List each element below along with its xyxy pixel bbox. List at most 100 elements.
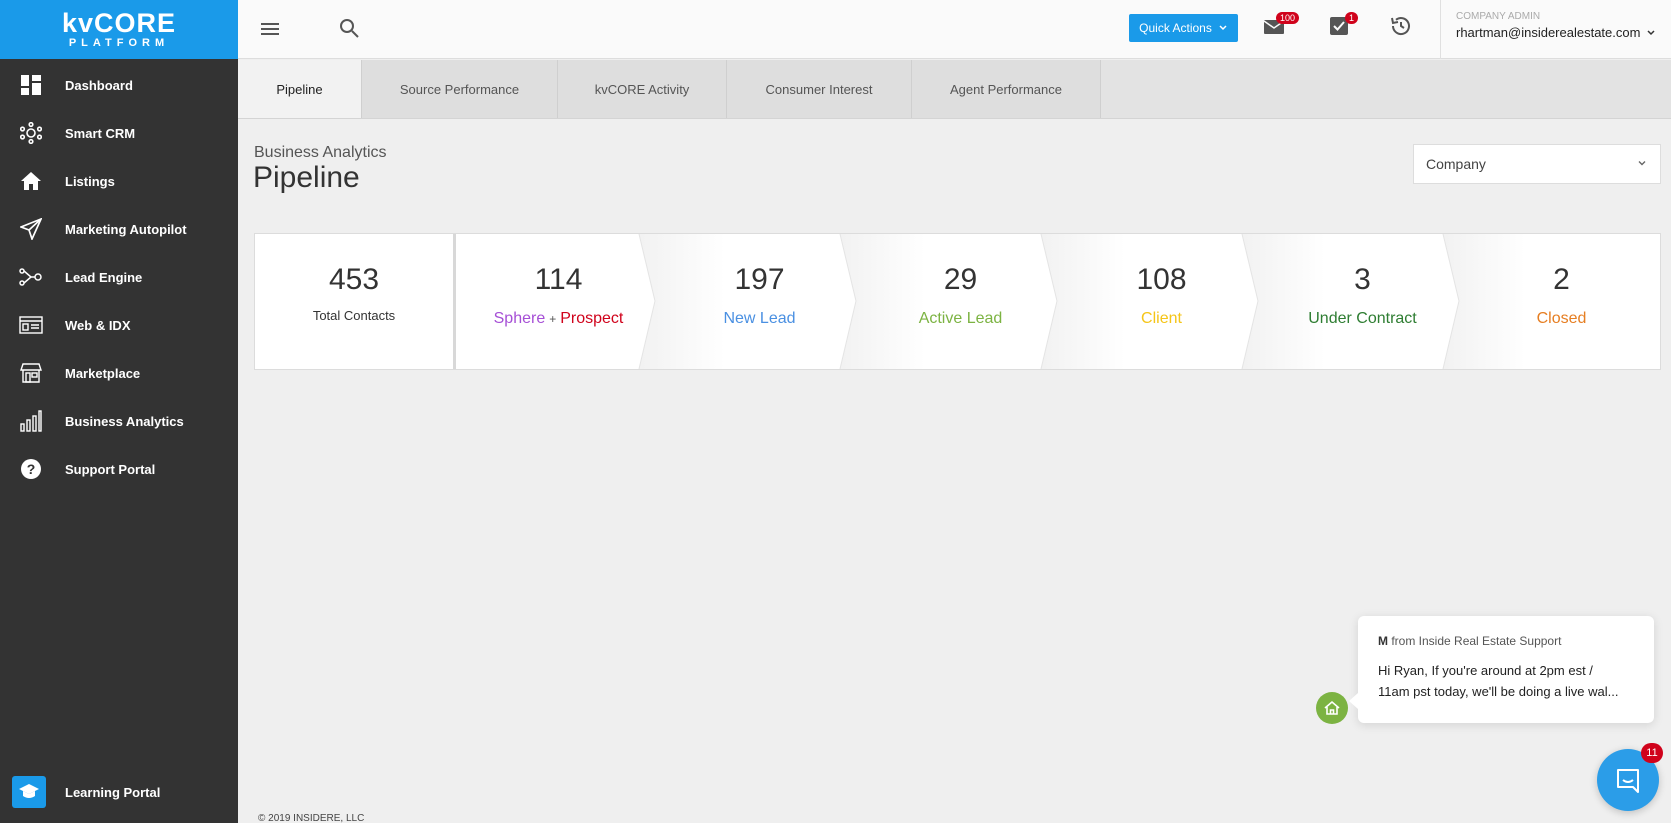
tasks-count-badge: 1 xyxy=(1345,12,1359,24)
sidebar-item-label: Learning Portal xyxy=(65,784,161,800)
sidebar-item-label: Lead Engine xyxy=(65,269,143,285)
sidebar-item-lead-engine[interactable]: Lead Engine xyxy=(0,253,238,301)
stage-active-lead[interactable]: 29 Active Lead xyxy=(860,234,1061,369)
logo-main-text: kvCORE xyxy=(61,8,177,38)
admin-email: rhartman@insiderealestate.com xyxy=(1456,25,1641,40)
chat-sender-initial: M xyxy=(1378,634,1388,648)
chat-message-line: 11am pst today, we'll be doing a live wa… xyxy=(1378,684,1619,699)
svg-text:?: ? xyxy=(27,461,36,477)
search-icon[interactable] xyxy=(337,16,361,40)
chat-message-line: Hi Ryan, If you're around at 2pm est / xyxy=(1378,663,1593,678)
stage-count: 114 xyxy=(534,263,583,296)
web-idx-icon xyxy=(19,313,43,337)
bar-chart-icon xyxy=(19,409,43,433)
chat-message-text: Hi Ryan, If you're around at 2pm est / 1… xyxy=(1378,660,1634,702)
stage-label: Closed xyxy=(1536,310,1587,327)
sidebar-item-label: Business Analytics xyxy=(65,413,184,429)
sidebar-item-label: Dashboard xyxy=(65,77,133,93)
page-subtitle: Business Analytics xyxy=(254,144,387,161)
sidebar-item-learning-portal[interactable]: Learning Portal xyxy=(0,774,238,810)
chat-unread-badge: 11 xyxy=(1641,743,1663,763)
total-contacts-count: 453 xyxy=(328,263,380,296)
sidebar-item-label: Support Portal xyxy=(65,461,156,477)
stage-count: 2 xyxy=(1553,263,1570,296)
stage-label: Active Lead xyxy=(918,310,1003,327)
chat-sender-text: from Inside Real Estate Support xyxy=(1391,634,1562,648)
quick-actions-button[interactable]: Quick Actions xyxy=(1129,14,1238,42)
sidebar-nav: Dashboard Smart CRM Listings Marketing A… xyxy=(0,61,238,493)
stage-sphere-prospect[interactable]: 114 Sphere + Prospect xyxy=(458,234,659,369)
sidebar-item-listings[interactable]: Listings xyxy=(0,157,238,205)
stage-count: 108 xyxy=(1136,263,1187,296)
chat-sender: M from Inside Real Estate Support xyxy=(1378,634,1634,648)
sidebar: kvCORE PLATFORM Dashboard Smart CRM List… xyxy=(0,0,238,823)
chat-message-preview[interactable]: M from Inside Real Estate Support Hi Rya… xyxy=(1349,616,1654,723)
admin-role-label: COMPANY ADMIN xyxy=(1456,11,1541,22)
chevron-down-icon xyxy=(1638,161,1646,166)
total-contacts-label: Total Contacts xyxy=(312,308,396,323)
topbar-divider xyxy=(1440,0,1441,59)
page-title: Pipeline xyxy=(253,161,360,194)
stage-count: 3 xyxy=(1354,263,1371,296)
dashboard-icon xyxy=(19,73,43,97)
crm-network-icon xyxy=(19,121,43,145)
history-icon xyxy=(1391,17,1410,35)
mail-button[interactable]: 100 xyxy=(1263,12,1300,40)
stage-client[interactable]: 108 Client xyxy=(1061,234,1262,369)
paper-plane-icon xyxy=(19,217,43,241)
help-circle-icon: ? xyxy=(19,457,43,481)
history-button[interactable] xyxy=(1389,12,1417,40)
lead-flow-icon xyxy=(19,265,43,289)
stage-label-prospect: Prospect xyxy=(560,310,624,327)
top-bar: Quick Actions 100 1 COMPANY ADMIN rhartm… xyxy=(238,0,1671,59)
sidebar-item-label: Smart CRM xyxy=(65,125,136,141)
tab-agent-performance[interactable]: Agent Performance xyxy=(912,60,1101,118)
sidebar-item-support-portal[interactable]: ? Support Portal xyxy=(0,445,238,493)
stage-label: Sphere + Prospect xyxy=(494,310,624,328)
sidebar-item-business-analytics[interactable]: Business Analytics xyxy=(0,397,238,445)
stage-label-sphere: Sphere xyxy=(493,310,546,327)
storefront-icon xyxy=(19,361,43,385)
sidebar-item-label: Web & IDX xyxy=(65,317,131,333)
logo-sub-text: PLATFORM xyxy=(68,37,170,49)
scope-select[interactable]: Company xyxy=(1413,144,1661,184)
graduation-cap-icon xyxy=(12,776,46,808)
sidebar-item-marketplace[interactable]: Marketplace xyxy=(0,349,238,397)
tab-pipeline[interactable]: Pipeline xyxy=(238,60,362,118)
account-menu[interactable]: rhartman@insiderealestate.com xyxy=(1456,25,1656,40)
stage-label: Client xyxy=(1141,310,1182,327)
home-icon xyxy=(19,169,43,193)
chevron-down-icon xyxy=(1647,29,1655,35)
sidebar-item-smart-crm[interactable]: Smart CRM xyxy=(0,109,238,157)
footer-copyright: © 2019 INSIDERE, LLC xyxy=(258,813,365,823)
stage-under-contract[interactable]: 3 Under Contract xyxy=(1262,234,1463,369)
sidebar-item-label: Marketing Autopilot xyxy=(65,221,187,237)
stage-label: New Lead xyxy=(723,310,796,327)
sidebar-item-web-idx[interactable]: Web & IDX xyxy=(0,301,238,349)
tab-consumer-interest[interactable]: Consumer Interest xyxy=(727,60,912,118)
tasks-button[interactable]: 1 xyxy=(1328,12,1359,40)
scope-select-value: Company xyxy=(1426,156,1486,172)
tab-kvcore-activity[interactable]: kvCORE Activity xyxy=(558,60,727,118)
stage-closed[interactable]: 2 Closed xyxy=(1461,234,1662,369)
stage-count: 197 xyxy=(734,263,785,296)
sidebar-item-label: Marketplace xyxy=(65,365,141,381)
chevron-down-icon xyxy=(1219,25,1227,31)
stage-label-plus: + xyxy=(549,312,557,326)
stage-label: Under Contract xyxy=(1308,310,1417,327)
home-icon xyxy=(1324,700,1340,715)
sidebar-item-dashboard[interactable]: Dashboard xyxy=(0,61,238,109)
analytics-tabs: Pipeline Source Performance kvCORE Activ… xyxy=(238,60,1671,119)
kvcore-logo[interactable]: kvCORE PLATFORM xyxy=(0,0,238,59)
support-avatar xyxy=(1316,692,1348,724)
sidebar-item-label: Listings xyxy=(65,173,115,189)
sidebar-item-marketing-autopilot[interactable]: Marketing Autopilot xyxy=(0,205,238,253)
tab-source-performance[interactable]: Source Performance xyxy=(362,60,558,118)
hamburger-menu-icon[interactable] xyxy=(258,17,282,41)
mail-count-badge: 100 xyxy=(1276,12,1300,24)
chat-bubble-icon xyxy=(1617,769,1639,793)
chat-launcher-button[interactable]: 11 xyxy=(1597,743,1663,811)
stage-new-lead[interactable]: 197 New Lead xyxy=(659,234,860,369)
stage-count: 29 xyxy=(943,263,978,296)
total-contacts-card[interactable]: 453 Total Contacts xyxy=(255,234,456,369)
